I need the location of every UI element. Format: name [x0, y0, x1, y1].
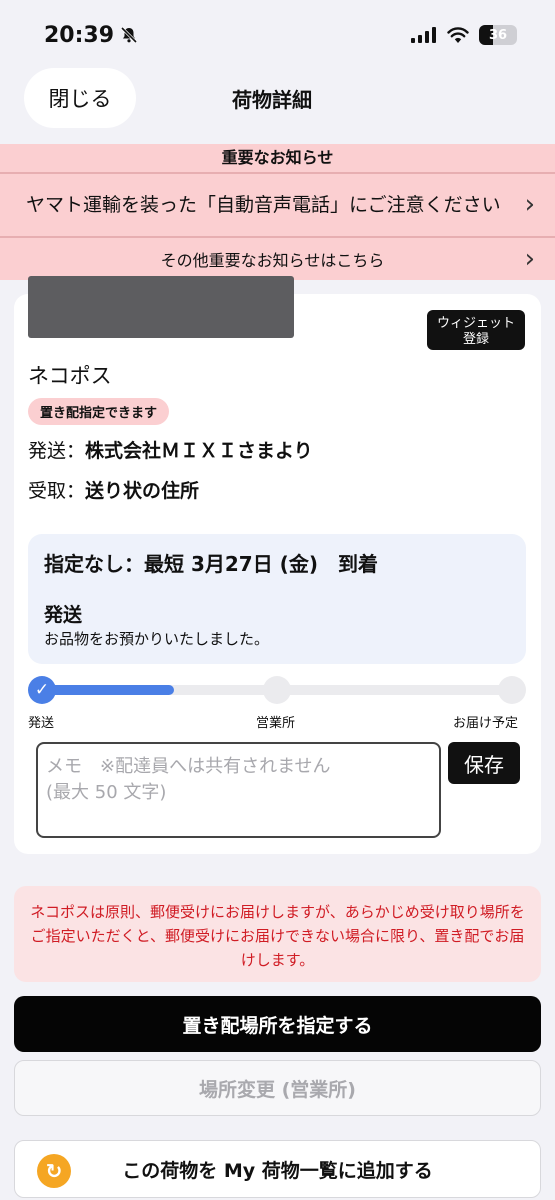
- status-badge: 置き配指定できます: [28, 398, 170, 425]
- notice-link-label: その他重要なお知らせはこちら: [160, 251, 385, 270]
- bell-slash-icon: [120, 26, 138, 44]
- package-card: ウィジェット 登録 ネコポス 置き配指定できます 発送：株式会社ＭＩＸＩさまより…: [14, 276, 541, 854]
- page-title: 荷物詳細: [232, 88, 312, 112]
- add-to-my-list-button[interactable]: ↻ この荷物を My 荷物一覧に追加する: [14, 1140, 541, 1198]
- delivery-status-box: 指定なし：最短 3月27日 (金) 到着 発送 お品物をお預かりいたしました。: [28, 534, 526, 664]
- step-label-sent: 発送: [28, 716, 55, 731]
- redacted-tracking-number: [28, 276, 294, 338]
- check-icon: ✓: [28, 676, 56, 704]
- notice-link-voice-call[interactable]: ヤマト運輸を装った「自動音声電話」にご注意ください ›: [0, 172, 555, 236]
- stage-description: お品物をお預かりいたしました。: [44, 630, 270, 648]
- specify-drop-location-button[interactable]: 置き配場所を指定する: [14, 996, 541, 1052]
- status-bar: 20:39 36: [0, 0, 555, 70]
- refresh-arrow-icon: ↻: [37, 1154, 71, 1188]
- recipient-label: 受取：: [28, 480, 86, 502]
- step-dot-delivery: [498, 676, 526, 704]
- progress-fill: [42, 685, 174, 695]
- chevron-right-icon: ›: [524, 189, 535, 220]
- notice-link-label: ヤマト運輸を装った「自動音声電話」にご注意ください: [26, 193, 501, 216]
- sender-row: 発送：株式会社ＭＩＸＩさまより: [28, 436, 313, 463]
- status-time: 20:39: [44, 23, 138, 48]
- nav-bar: 閉じる 荷物詳細: [0, 68, 555, 142]
- step-dot-office: [263, 676, 291, 704]
- important-notice-header: 重要なお知らせ: [0, 144, 555, 172]
- status-icons: 36: [411, 25, 517, 45]
- notice-link-others[interactable]: その他重要なお知らせはこちら ›: [0, 236, 555, 280]
- add-to-my-list-label: この荷物を My 荷物一覧に追加する: [122, 1159, 433, 1182]
- step-label-office: 営業所: [256, 716, 296, 731]
- progress-track: ✓: [28, 676, 526, 704]
- service-name: ネコポス: [28, 364, 112, 388]
- battery-percent: 36: [488, 27, 508, 43]
- wifi-icon: [447, 27, 469, 43]
- time-label: 20:39: [44, 22, 115, 48]
- recipient-value: 送り状の住所: [85, 480, 200, 502]
- step-label-delivery: お届け予定: [453, 716, 519, 731]
- recipient-row: 受取：送り状の住所: [28, 476, 199, 503]
- close-button[interactable]: 閉じる: [24, 68, 136, 128]
- chevron-right-icon: ›: [524, 244, 535, 274]
- widget-register-button[interactable]: ウィジェット 登録: [427, 310, 525, 350]
- save-button[interactable]: 保存: [448, 742, 520, 784]
- delivery-note: ネコポスは原則、郵便受けにお届けしますが、あらかじめ受け取り場所をご指定いただく…: [14, 886, 541, 982]
- memo-input[interactable]: [36, 742, 441, 838]
- sender-label: 発送：: [28, 440, 86, 462]
- eta-text: 指定なし：最短 3月27日 (金) 到着: [44, 552, 378, 576]
- change-location-button[interactable]: 場所変更 (営業所): [14, 1060, 541, 1116]
- sender-value: 株式会社ＭＩＸＩさまより: [85, 440, 313, 462]
- stage-title: 発送: [44, 604, 83, 626]
- battery-icon: 36: [479, 25, 517, 45]
- cellular-signal-icon: [411, 27, 436, 43]
